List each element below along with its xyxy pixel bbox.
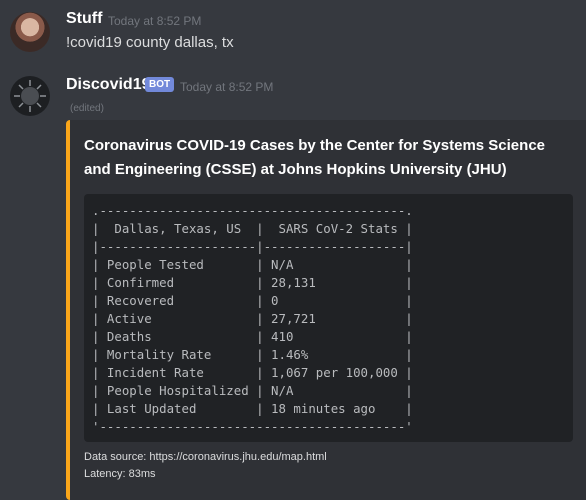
bot-username[interactable]: Discovid19 [66,76,150,94]
stats-table: .---------------------------------------… [92,203,413,434]
timestamp: Today at 8:52 PM [180,80,274,94]
bot-avatar[interactable] [10,76,50,116]
bot-badge: BOT [145,77,175,92]
embed-title: Coronavirus COVID-19 Cases by the Center… [84,137,546,178]
timestamp: Today at 8:52 PM [108,14,202,28]
chat-messages: Stuff Today at 8:52 PM !covid19 county d… [0,0,586,500]
stats-code-block: .---------------------------------------… [84,194,573,442]
message-content: !covid19 county dallas, tx [66,34,234,51]
data-source-text: Data source: https://coronavirus.jhu.edu… [84,451,327,463]
embed-card: Coronavirus COVID-19 Cases by the Center… [66,120,586,500]
user-avatar[interactable] [10,12,50,52]
virus-icon [14,80,46,112]
username[interactable]: Stuff [66,10,102,28]
edited-label: (edited) [70,103,104,114]
latency-text: Latency: 83ms [84,468,156,480]
